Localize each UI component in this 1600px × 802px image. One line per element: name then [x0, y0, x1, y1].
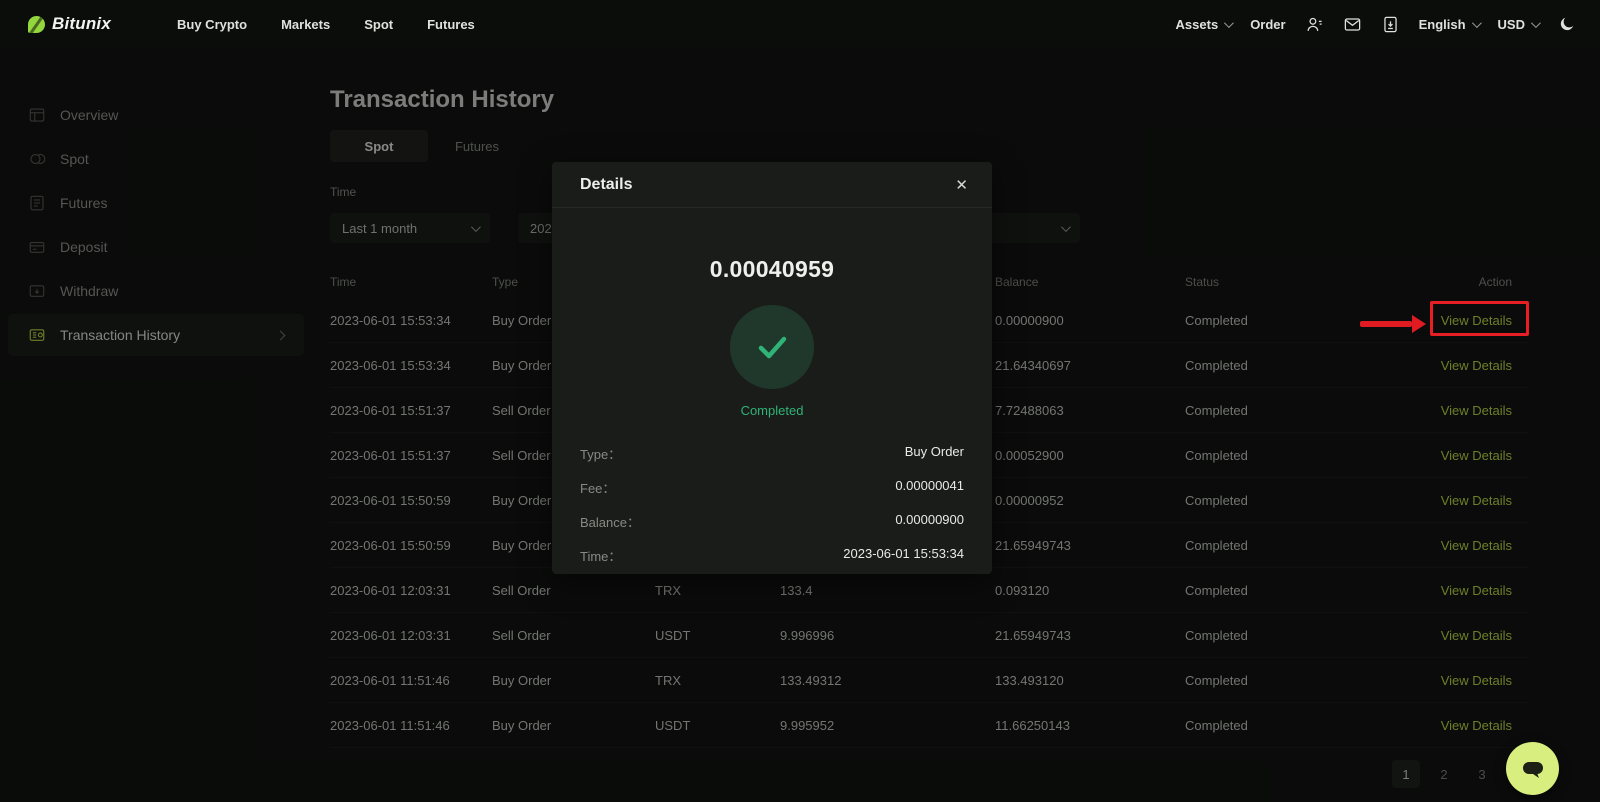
transaction-amount: 0.00040959: [709, 256, 835, 282]
assets-label: Assets: [1175, 16, 1219, 32]
messages-button[interactable]: [1343, 15, 1362, 34]
field-value: Buy Order: [904, 444, 964, 459]
success-check-circle: [730, 305, 814, 389]
order-menu[interactable]: Order: [1250, 17, 1285, 32]
field-label: Time：: [580, 549, 622, 564]
mail-icon: [1344, 17, 1360, 31]
annotation-arrow-icon: [1360, 315, 1426, 333]
currency-label: USD: [1497, 16, 1525, 32]
account-button[interactable]: [1305, 15, 1324, 34]
modal-status-text: Completed: [740, 403, 804, 418]
app-download-button[interactable]: [1381, 15, 1400, 34]
field-value: 0.00000041: [895, 478, 964, 493]
nav-link-futures[interactable]: Futures: [427, 17, 475, 32]
modal-field-balance: Balance： 0.00000900: [580, 512, 964, 532]
field-label: Fee：: [580, 481, 616, 496]
checkmark-icon: [758, 336, 787, 359]
theme-toggle[interactable]: [1557, 15, 1576, 34]
user-icon: [1307, 17, 1322, 31]
modal-field-time: Time： 2023-06-01 15:53:34: [580, 546, 964, 566]
field-value: 0.00000900: [895, 512, 964, 527]
modal-fields: Type： Buy Order Fee： 0.00000041 Balance：…: [580, 444, 964, 566]
currency-selector[interactable]: USD: [1497, 16, 1541, 32]
moon-icon: [1560, 17, 1574, 30]
order-label: Order: [1250, 16, 1286, 32]
chevron-down-icon: [1471, 17, 1482, 28]
field-label: Balance：: [580, 515, 640, 530]
annotation-highlight-box: [1430, 301, 1529, 336]
details-modal: Details ✕ 0.00040959 Completed Type： Buy…: [552, 162, 992, 574]
nav-links: Buy Crypto Markets Spot Futures: [177, 17, 475, 32]
nav-link-spot[interactable]: Spot: [364, 17, 393, 32]
modal-field-type: Type： Buy Order: [580, 444, 964, 464]
chevron-down-icon: [1224, 17, 1235, 28]
chat-widget-button[interactable]: [1506, 742, 1559, 795]
assets-menu[interactable]: Assets: [1175, 16, 1235, 32]
top-nav: Bitunix Buy Crypto Markets Spot Futures …: [0, 0, 1600, 48]
field-value: 2023-06-01 15:53:34: [843, 546, 964, 561]
chat-bubble-icon: [1522, 761, 1543, 778]
screen: Bitunix Buy Crypto Markets Spot Futures …: [0, 0, 1600, 802]
brand-name: Bitunix: [52, 14, 112, 33]
bitunix-leaf-icon: [28, 15, 45, 33]
arrow-head: [1412, 315, 1426, 333]
nav-link-buy-crypto[interactable]: Buy Crypto: [177, 17, 247, 32]
modal-title: Details: [580, 175, 633, 193]
modal-header: Details ✕: [552, 162, 992, 208]
close-icon[interactable]: ✕: [955, 176, 968, 194]
nav-link-markets[interactable]: Markets: [281, 17, 330, 32]
field-label: Type：: [580, 447, 622, 462]
language-selector[interactable]: English: [1418, 16, 1482, 32]
download-icon: [1383, 16, 1397, 32]
language-label: English: [1418, 16, 1466, 32]
modal-field-fee: Fee： 0.00000041: [580, 478, 964, 498]
arrow-shaft: [1360, 321, 1412, 327]
chevron-down-icon: [1530, 17, 1541, 28]
brand-logo[interactable]: Bitunix: [28, 14, 111, 34]
